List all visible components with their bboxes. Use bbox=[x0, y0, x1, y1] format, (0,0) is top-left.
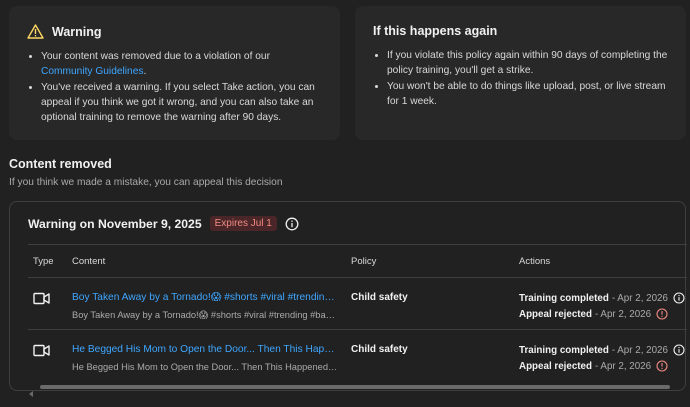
error-icon[interactable] bbox=[656, 360, 668, 372]
error-icon[interactable] bbox=[656, 308, 668, 320]
warning-triangle-icon bbox=[27, 24, 44, 39]
video-icon bbox=[33, 292, 50, 310]
warning-panel: Warning on November 9, 2025 Expires Jul … bbox=[9, 201, 687, 397]
header-actions: Actions bbox=[519, 256, 551, 267]
content-cell: He Begged His Mom to Open the Door... Th… bbox=[72, 344, 338, 372]
scroll-left-arrow-icon[interactable] bbox=[28, 384, 34, 402]
again-card-header: If this happens again bbox=[373, 24, 668, 38]
warning-card: Warning Your content was removed due to … bbox=[9, 6, 340, 140]
again-card-title: If this happens again bbox=[373, 24, 498, 38]
header-content: Content bbox=[72, 256, 106, 267]
warning-date-title: Warning on November 9, 2025 bbox=[28, 216, 202, 231]
info-icon[interactable] bbox=[673, 292, 685, 304]
again-card-list: If you violate this policy again within … bbox=[373, 48, 668, 109]
appeal-status: Appeal rejected - Apr 2, 2026 bbox=[519, 306, 687, 322]
actions-cell: Training completed - Apr 2, 2026 Appeal … bbox=[519, 290, 687, 322]
video-description: He Begged His Mom to Open the Door... Th… bbox=[72, 362, 338, 372]
content-removed-title: Content removed bbox=[9, 157, 112, 171]
video-title-link[interactable]: Boy Taken Away by a Tornado!😱 #shorts #v… bbox=[72, 292, 338, 303]
warning-card-title: Warning bbox=[52, 24, 102, 39]
community-guidelines-link[interactable]: Community Guidelines bbox=[41, 66, 143, 77]
appeal-status-date: - Apr 2, 2026 bbox=[594, 308, 652, 320]
appeal-status-date: - Apr 2, 2026 bbox=[594, 360, 652, 372]
warning-bullet-removed: Your content was removed due to a violat… bbox=[41, 49, 322, 79]
content-cell: Boy Taken Away by a Tornado!😱 #shorts #v… bbox=[72, 292, 338, 321]
appeal-status-label: Appeal rejected bbox=[519, 308, 592, 320]
table-row: Boy Taken Away by a Tornado!😱 #shorts #v… bbox=[28, 278, 687, 330]
again-bullet-restriction: You won't be able to do things like uplo… bbox=[387, 79, 668, 109]
appeal-status-label: Appeal rejected bbox=[519, 360, 592, 372]
if-happens-again-card: If this happens again If you violate thi… bbox=[355, 6, 686, 140]
scrollbar-thumb[interactable] bbox=[40, 384, 670, 389]
training-status: Training completed - Apr 2, 2026 bbox=[519, 342, 687, 358]
training-status: Training completed - Apr 2, 2026 bbox=[519, 290, 687, 306]
video-description: Boy Taken Away by a Tornado!😱 #shorts #v… bbox=[72, 310, 338, 320]
warning-card-list: Your content was removed due to a violat… bbox=[27, 49, 322, 125]
appeal-status: Appeal rejected - Apr 2, 2026 bbox=[519, 358, 687, 374]
video-title-link[interactable]: He Begged His Mom to Open the Door... Th… bbox=[72, 344, 338, 355]
expires-badge: Expires Jul 1 bbox=[209, 216, 277, 231]
actions-cell: Training completed - Apr 2, 2026 Appeal … bbox=[519, 342, 687, 374]
info-icon[interactable] bbox=[285, 217, 299, 231]
header-type: Type bbox=[33, 256, 54, 267]
header-policy: Policy bbox=[351, 256, 377, 267]
again-bullet-strike: If you violate this policy again within … bbox=[387, 48, 668, 78]
training-status-date: - Apr 2, 2026 bbox=[611, 344, 668, 356]
video-icon bbox=[33, 344, 50, 362]
training-status-date: - Apr 2, 2026 bbox=[611, 292, 668, 304]
warning-card-header: Warning bbox=[27, 24, 322, 39]
training-status-label: Training completed bbox=[519, 344, 609, 356]
policy-cell: Child safety bbox=[351, 344, 408, 355]
warning-bullet-received: You've received a warning. If you select… bbox=[41, 80, 322, 125]
table-row: He Begged His Mom to Open the Door... Th… bbox=[28, 330, 687, 381]
policy-cell: Child safety bbox=[351, 292, 408, 303]
content-removed-subtitle: If you think we made a mistake, you can … bbox=[9, 177, 283, 188]
warning-panel-header: Warning on November 9, 2025 Expires Jul … bbox=[28, 216, 299, 231]
training-status-label: Training completed bbox=[519, 292, 609, 304]
removed-content-table: Type Content Policy Actions Boy Taken Aw… bbox=[28, 244, 687, 381]
horizontal-scrollbar[interactable] bbox=[28, 384, 687, 397]
info-icon[interactable] bbox=[673, 344, 685, 356]
table-header-row: Type Content Policy Actions bbox=[28, 244, 687, 278]
